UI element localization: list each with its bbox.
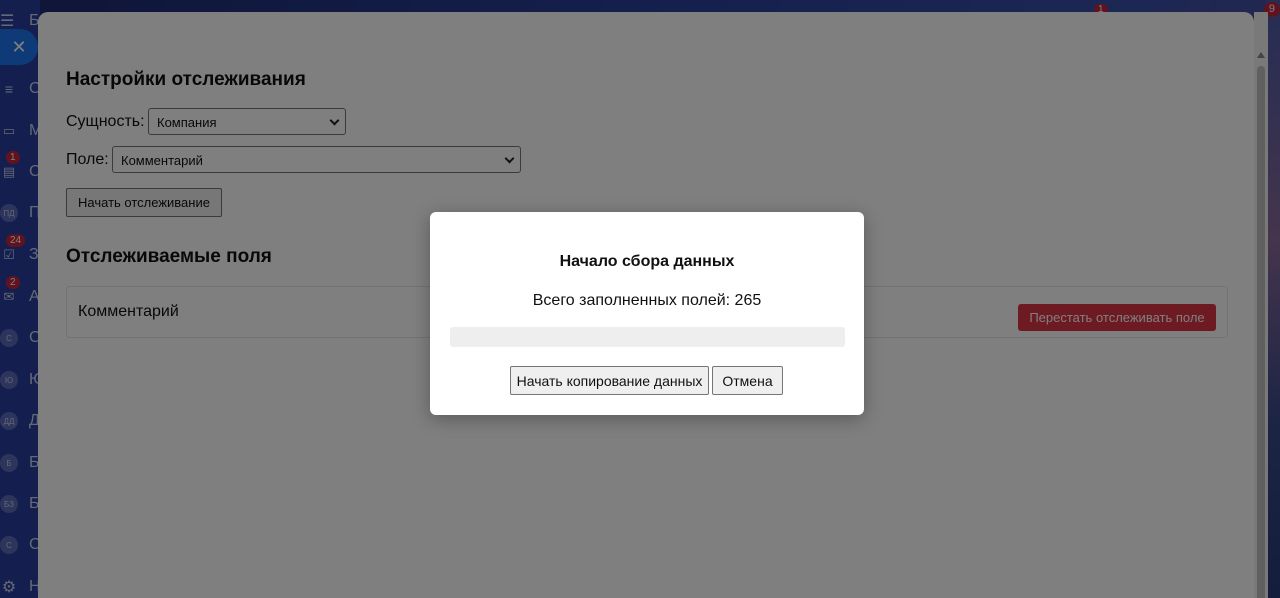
modal-title: Начало сбора данных	[559, 253, 735, 270]
progress-bar	[450, 327, 845, 347]
data-collection-modal: Начало сбора данных Всего заполненных по…	[430, 212, 864, 415]
cancel-button[interactable]: Отмена	[712, 366, 783, 395]
filled-fields-count: Всего заполненных полей: 265	[532, 292, 762, 309]
start-copy-button[interactable]: Начать копирование данных	[510, 366, 709, 395]
